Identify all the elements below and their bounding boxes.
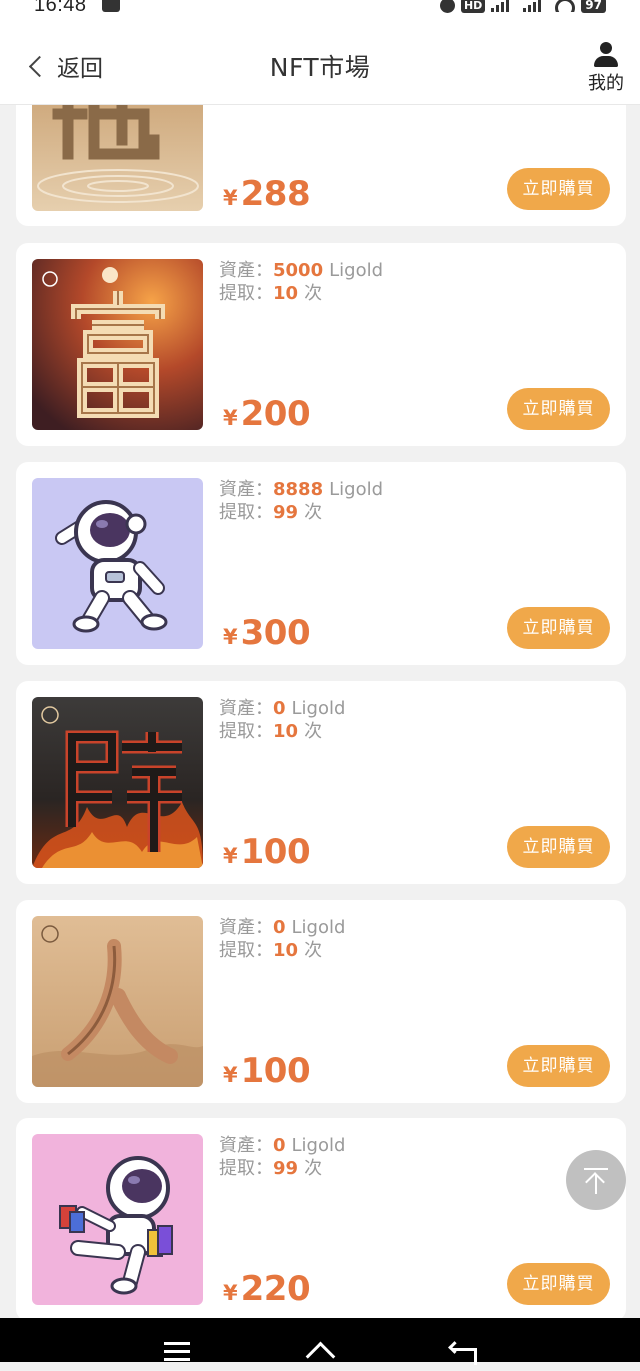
yen-sign: ¥ xyxy=(223,1281,238,1305)
item-info: 資產：0 Ligold 提取：10 次 xyxy=(219,916,345,962)
system-nav-bar xyxy=(0,1318,640,1365)
nft-card: 資產：8888 Ligold 提取：99 次 ¥ 300 立即購買 xyxy=(16,462,626,665)
menu-icon[interactable] xyxy=(164,1342,190,1362)
fire-character-icon[interactable] xyxy=(32,697,203,868)
extract-row: 提取：99 次 xyxy=(219,1158,323,1179)
extract-value: 10 xyxy=(273,283,299,304)
buy-button[interactable]: 立即購買 xyxy=(507,168,610,210)
home-icon[interactable] xyxy=(303,1342,337,1362)
arrow-up-icon xyxy=(584,1168,608,1170)
asset-value: 0 xyxy=(273,917,286,938)
extract-value: 10 xyxy=(273,721,299,742)
price: ¥ 288 xyxy=(223,174,311,214)
alarm-icon xyxy=(439,0,455,13)
asset-row: 資產：5000 Ligold xyxy=(219,260,384,281)
price-amount: 200 xyxy=(240,394,311,434)
extract-row: 提取：10 次 xyxy=(219,940,323,961)
asset-row: 資產：0 Ligold xyxy=(219,1135,346,1156)
app-header: 返回 NFT市場 我的 xyxy=(0,20,640,105)
price: ¥ 100 xyxy=(223,1051,311,1091)
item-info: 資產：8888 Ligold 提取：99 次 xyxy=(219,478,383,524)
price: ¥ 300 xyxy=(223,613,311,653)
nft-card: 資產：5000 Ligold 提取：10 次 ¥ 200 立即購買 xyxy=(16,243,626,446)
asset-row: 資產：0 Ligold xyxy=(219,917,346,938)
price-amount: 100 xyxy=(240,832,311,872)
extract-value: 99 xyxy=(273,1158,299,1179)
extract-row: 提取：99 次 xyxy=(219,502,323,523)
price-amount: 220 xyxy=(240,1269,311,1309)
item-info: 資產：0 Ligold 提取：99 次 xyxy=(219,1134,345,1180)
extract-value: 99 xyxy=(273,502,299,523)
buy-button[interactable]: 立即購買 xyxy=(507,1045,610,1087)
yen-sign: ¥ xyxy=(223,406,238,430)
fortune-character-icon[interactable] xyxy=(32,259,203,430)
signal-icon-2 xyxy=(523,0,549,12)
hd-icon: HD xyxy=(460,0,486,13)
nft-card: 資產：0 Ligold 提取：99 次 ¥ 220 立即購買 xyxy=(16,1118,626,1321)
buy-button[interactable]: 立即購買 xyxy=(507,826,610,868)
price-amount: 300 xyxy=(240,613,311,653)
asset-row: 資產：8888 Ligold xyxy=(219,479,384,500)
nft-card: 資產：0 Ligold 提取：10 次 ¥ 100 立即購買 xyxy=(16,681,626,884)
asset-value: 0 xyxy=(273,1135,286,1156)
item-info: 資產：5000 Ligold 提取：10 次 xyxy=(219,259,383,305)
yen-sign: ¥ xyxy=(223,625,238,649)
asset-value: 0 xyxy=(273,698,286,719)
extract-row: 提取：10 次 xyxy=(219,283,323,304)
person-character-icon[interactable] xyxy=(32,916,203,1087)
wifi-icon xyxy=(555,0,576,12)
status-icons: HD 97 xyxy=(439,0,606,14)
back-icon[interactable] xyxy=(448,1342,478,1365)
price-amount: 288 xyxy=(240,174,311,214)
buy-button[interactable]: 立即購買 xyxy=(507,607,610,649)
buy-button[interactable]: 立即購買 xyxy=(507,1263,610,1305)
back-to-top-button[interactable] xyxy=(566,1150,626,1210)
battery-icon: 97 xyxy=(581,0,606,13)
user-icon xyxy=(593,42,619,68)
status-time: 16:48 xyxy=(34,0,87,16)
signal-icon xyxy=(491,0,517,12)
nft-card: 資產：0 Ligold 提取：10 次 ¥ 100 立即購買 xyxy=(16,900,626,1103)
buy-button[interactable]: 立即購買 xyxy=(507,388,610,430)
asset-value: 8888 xyxy=(273,479,324,500)
mine-button[interactable]: 我的 xyxy=(586,42,626,95)
price: ¥ 220 xyxy=(223,1269,311,1309)
yen-sign: ¥ xyxy=(223,1063,238,1087)
asset-row: 資產：0 Ligold xyxy=(219,698,346,719)
yen-sign: ¥ xyxy=(223,844,238,868)
gallery-notification-icon xyxy=(102,0,120,12)
yen-sign: ¥ xyxy=(223,186,238,210)
price: ¥ 100 xyxy=(223,832,311,872)
price-amount: 100 xyxy=(240,1051,311,1091)
asset-value: 5000 xyxy=(273,260,324,281)
status-bar: 16:48 HD 97 xyxy=(0,0,640,20)
mine-label: 我的 xyxy=(588,73,624,94)
astronaut-shopping-icon[interactable] xyxy=(32,1134,203,1305)
page-title: NFT市場 xyxy=(269,53,371,82)
item-info: 資產：0 Ligold 提取：10 次 xyxy=(219,697,345,743)
extract-row: 提取：10 次 xyxy=(219,721,323,742)
price: ¥ 200 xyxy=(223,394,311,434)
astronaut-dab-icon[interactable] xyxy=(32,478,203,649)
extract-value: 10 xyxy=(273,940,299,961)
